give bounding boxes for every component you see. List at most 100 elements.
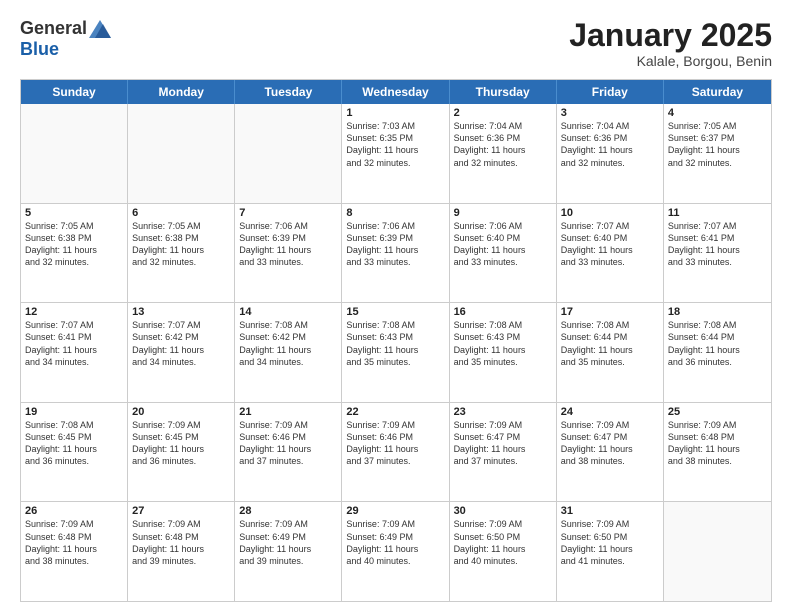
header-day-wednesday: Wednesday: [342, 80, 449, 104]
header-day-tuesday: Tuesday: [235, 80, 342, 104]
day-info: Sunrise: 7:06 AM Sunset: 6:39 PM Dayligh…: [239, 220, 337, 269]
day-number: 9: [454, 207, 552, 219]
header-day-sunday: Sunday: [21, 80, 128, 104]
day-number: 29: [346, 505, 444, 517]
day-info: Sunrise: 7:04 AM Sunset: 6:36 PM Dayligh…: [454, 120, 552, 169]
day-number: 30: [454, 505, 552, 517]
header-day-monday: Monday: [128, 80, 235, 104]
day-cell-1: 1Sunrise: 7:03 AM Sunset: 6:35 PM Daylig…: [342, 104, 449, 203]
day-info: Sunrise: 7:06 AM Sunset: 6:39 PM Dayligh…: [346, 220, 444, 269]
day-number: 25: [668, 406, 767, 418]
day-info: Sunrise: 7:07 AM Sunset: 6:40 PM Dayligh…: [561, 220, 659, 269]
day-number: 16: [454, 306, 552, 318]
day-number: 13: [132, 306, 230, 318]
day-cell-13: 13Sunrise: 7:07 AM Sunset: 6:42 PM Dayli…: [128, 303, 235, 402]
day-number: 24: [561, 406, 659, 418]
day-info: Sunrise: 7:09 AM Sunset: 6:50 PM Dayligh…: [454, 518, 552, 567]
day-cell-15: 15Sunrise: 7:08 AM Sunset: 6:43 PM Dayli…: [342, 303, 449, 402]
day-cell-8: 8Sunrise: 7:06 AM Sunset: 6:39 PM Daylig…: [342, 204, 449, 303]
day-info: Sunrise: 7:08 AM Sunset: 6:44 PM Dayligh…: [668, 319, 767, 368]
day-number: 22: [346, 406, 444, 418]
header-day-thursday: Thursday: [450, 80, 557, 104]
day-number: 26: [25, 505, 123, 517]
day-number: 11: [668, 207, 767, 219]
day-info: Sunrise: 7:09 AM Sunset: 6:47 PM Dayligh…: [454, 419, 552, 468]
day-cell-24: 24Sunrise: 7:09 AM Sunset: 6:47 PM Dayli…: [557, 403, 664, 502]
day-info: Sunrise: 7:09 AM Sunset: 6:50 PM Dayligh…: [561, 518, 659, 567]
calendar: SundayMondayTuesdayWednesdayThursdayFrid…: [20, 79, 772, 602]
calendar-row-4: 26Sunrise: 7:09 AM Sunset: 6:48 PM Dayli…: [21, 501, 771, 601]
day-cell-5: 5Sunrise: 7:05 AM Sunset: 6:38 PM Daylig…: [21, 204, 128, 303]
day-cell-17: 17Sunrise: 7:08 AM Sunset: 6:44 PM Dayli…: [557, 303, 664, 402]
day-number: 1: [346, 107, 444, 119]
day-number: 14: [239, 306, 337, 318]
day-number: 2: [454, 107, 552, 119]
day-number: 20: [132, 406, 230, 418]
empty-cell-0-0: [21, 104, 128, 203]
day-info: Sunrise: 7:09 AM Sunset: 6:45 PM Dayligh…: [132, 419, 230, 468]
day-number: 5: [25, 207, 123, 219]
day-info: Sunrise: 7:05 AM Sunset: 6:37 PM Dayligh…: [668, 120, 767, 169]
day-cell-16: 16Sunrise: 7:08 AM Sunset: 6:43 PM Dayli…: [450, 303, 557, 402]
page: General Blue January 2025 Kalale, Borgou…: [0, 0, 792, 612]
calendar-row-2: 12Sunrise: 7:07 AM Sunset: 6:41 PM Dayli…: [21, 302, 771, 402]
day-cell-21: 21Sunrise: 7:09 AM Sunset: 6:46 PM Dayli…: [235, 403, 342, 502]
day-cell-27: 27Sunrise: 7:09 AM Sunset: 6:48 PM Dayli…: [128, 502, 235, 601]
calendar-row-1: 5Sunrise: 7:05 AM Sunset: 6:38 PM Daylig…: [21, 203, 771, 303]
month-title: January 2025: [569, 18, 772, 53]
day-number: 28: [239, 505, 337, 517]
day-cell-22: 22Sunrise: 7:09 AM Sunset: 6:46 PM Dayli…: [342, 403, 449, 502]
logo-general-text: General: [20, 18, 87, 39]
day-cell-28: 28Sunrise: 7:09 AM Sunset: 6:49 PM Dayli…: [235, 502, 342, 601]
day-cell-2: 2Sunrise: 7:04 AM Sunset: 6:36 PM Daylig…: [450, 104, 557, 203]
day-info: Sunrise: 7:09 AM Sunset: 6:48 PM Dayligh…: [668, 419, 767, 468]
day-number: 7: [239, 207, 337, 219]
day-cell-25: 25Sunrise: 7:09 AM Sunset: 6:48 PM Dayli…: [664, 403, 771, 502]
day-cell-30: 30Sunrise: 7:09 AM Sunset: 6:50 PM Dayli…: [450, 502, 557, 601]
day-number: 3: [561, 107, 659, 119]
day-info: Sunrise: 7:08 AM Sunset: 6:42 PM Dayligh…: [239, 319, 337, 368]
day-cell-20: 20Sunrise: 7:09 AM Sunset: 6:45 PM Dayli…: [128, 403, 235, 502]
day-info: Sunrise: 7:09 AM Sunset: 6:46 PM Dayligh…: [239, 419, 337, 468]
title-block: January 2025 Kalale, Borgou, Benin: [569, 18, 772, 69]
calendar-row-0: 1Sunrise: 7:03 AM Sunset: 6:35 PM Daylig…: [21, 104, 771, 203]
day-cell-18: 18Sunrise: 7:08 AM Sunset: 6:44 PM Dayli…: [664, 303, 771, 402]
calendar-body: 1Sunrise: 7:03 AM Sunset: 6:35 PM Daylig…: [21, 104, 771, 601]
day-info: Sunrise: 7:08 AM Sunset: 6:45 PM Dayligh…: [25, 419, 123, 468]
day-info: Sunrise: 7:08 AM Sunset: 6:43 PM Dayligh…: [454, 319, 552, 368]
day-info: Sunrise: 7:09 AM Sunset: 6:49 PM Dayligh…: [239, 518, 337, 567]
empty-cell-0-1: [128, 104, 235, 203]
logo-blue-text: Blue: [20, 39, 59, 60]
day-number: 27: [132, 505, 230, 517]
day-info: Sunrise: 7:09 AM Sunset: 6:47 PM Dayligh…: [561, 419, 659, 468]
day-info: Sunrise: 7:03 AM Sunset: 6:35 PM Dayligh…: [346, 120, 444, 169]
calendar-row-3: 19Sunrise: 7:08 AM Sunset: 6:45 PM Dayli…: [21, 402, 771, 502]
day-cell-19: 19Sunrise: 7:08 AM Sunset: 6:45 PM Dayli…: [21, 403, 128, 502]
day-info: Sunrise: 7:07 AM Sunset: 6:41 PM Dayligh…: [25, 319, 123, 368]
header-day-saturday: Saturday: [664, 80, 771, 104]
day-number: 19: [25, 406, 123, 418]
day-cell-26: 26Sunrise: 7:09 AM Sunset: 6:48 PM Dayli…: [21, 502, 128, 601]
location: Kalale, Borgou, Benin: [569, 53, 772, 69]
day-number: 8: [346, 207, 444, 219]
logo: General Blue: [20, 18, 111, 60]
day-info: Sunrise: 7:09 AM Sunset: 6:46 PM Dayligh…: [346, 419, 444, 468]
header-day-friday: Friday: [557, 80, 664, 104]
day-info: Sunrise: 7:07 AM Sunset: 6:41 PM Dayligh…: [668, 220, 767, 269]
day-cell-11: 11Sunrise: 7:07 AM Sunset: 6:41 PM Dayli…: [664, 204, 771, 303]
day-info: Sunrise: 7:04 AM Sunset: 6:36 PM Dayligh…: [561, 120, 659, 169]
day-number: 23: [454, 406, 552, 418]
day-cell-6: 6Sunrise: 7:05 AM Sunset: 6:38 PM Daylig…: [128, 204, 235, 303]
day-number: 21: [239, 406, 337, 418]
day-info: Sunrise: 7:07 AM Sunset: 6:42 PM Dayligh…: [132, 319, 230, 368]
day-number: 10: [561, 207, 659, 219]
day-number: 15: [346, 306, 444, 318]
day-info: Sunrise: 7:05 AM Sunset: 6:38 PM Dayligh…: [25, 220, 123, 269]
day-number: 12: [25, 306, 123, 318]
day-cell-23: 23Sunrise: 7:09 AM Sunset: 6:47 PM Dayli…: [450, 403, 557, 502]
day-cell-12: 12Sunrise: 7:07 AM Sunset: 6:41 PM Dayli…: [21, 303, 128, 402]
day-number: 17: [561, 306, 659, 318]
day-number: 4: [668, 107, 767, 119]
day-cell-7: 7Sunrise: 7:06 AM Sunset: 6:39 PM Daylig…: [235, 204, 342, 303]
day-info: Sunrise: 7:06 AM Sunset: 6:40 PM Dayligh…: [454, 220, 552, 269]
